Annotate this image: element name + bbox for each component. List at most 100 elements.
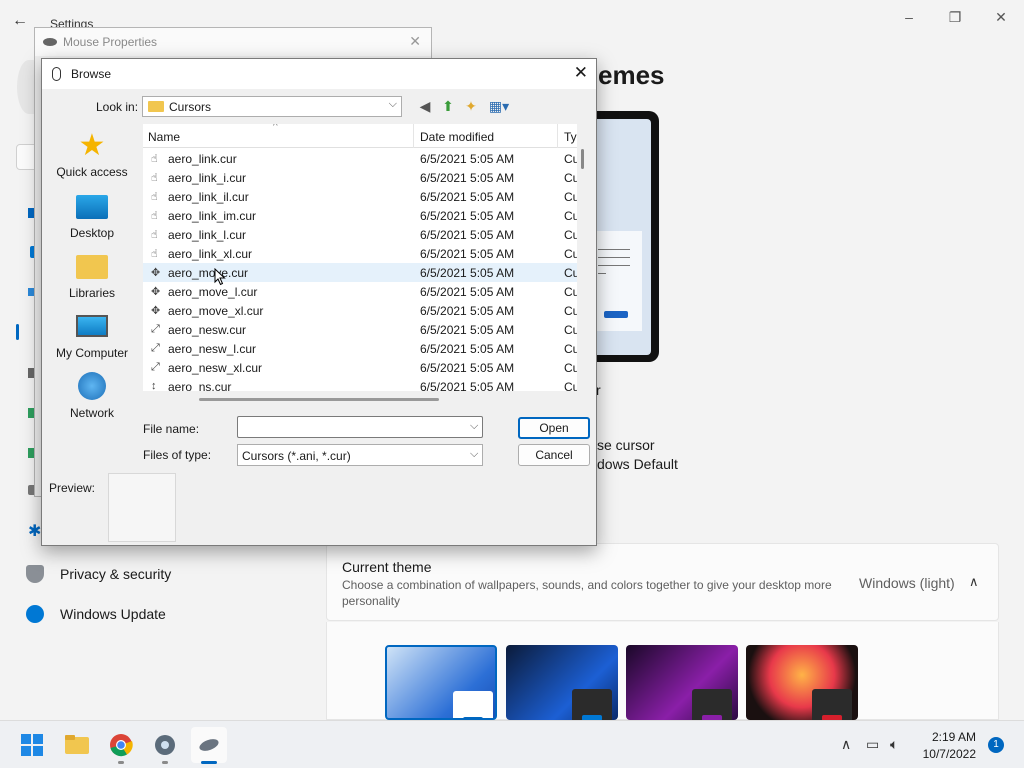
page-title: emes [598,60,665,90]
file-name: aero_nesw_l.cur [168,342,257,356]
sidebar-item-windows-update[interactable]: Windows Update [26,599,166,629]
column-header-name[interactable]: Name [148,130,180,144]
place-libraries[interactable]: Libraries [50,252,134,300]
volume-icon[interactable]: 🔈︎ [890,736,898,753]
file-type: Cu [564,342,577,356]
sidebar-item-privacy[interactable]: Privacy & security [26,559,171,589]
file-row[interactable]: ☝ aero_link_xl.cur 6/5/2021 5:05 AM Cu [143,244,577,263]
up-folder-icon[interactable]: ⬆ [439,97,457,115]
taskbar-file-explorer[interactable] [59,727,95,763]
file-row[interactable]: ⤢ aero_nesw_l.cur 6/5/2021 5:05 AM Cu [143,339,577,358]
current-theme-card[interactable]: Current theme Choose a combination of wa… [326,543,999,621]
theme-thumb-windows-light[interactable] [385,645,497,720]
chevron-up-icon[interactable]: ∧ [969,574,979,590]
file-type: Cu [564,228,577,242]
chevron-down-icon[interactable]: ⌵ [470,420,478,433]
file-date: 6/5/2021 5:05 AM [420,247,515,261]
sidebar-item-label: Windows Update [60,606,166,622]
vertical-scrollbar[interactable] [581,149,584,169]
cursor-option-label[interactable]: se cursor [597,437,655,453]
file-row[interactable]: ⤢ aero_nesw_xl.cur 6/5/2021 5:05 AM Cu [143,358,577,377]
place-network[interactable]: Network [50,372,134,420]
file-date: 6/5/2021 5:05 AM [420,171,515,185]
place-desktop[interactable]: Desktop [50,192,134,240]
file-type: Cu [564,209,577,223]
folder-icon [148,101,164,112]
column-header-date[interactable]: Date modified [420,130,494,144]
file-date: 6/5/2021 5:05 AM [420,190,515,204]
open-button[interactable]: Open [518,417,590,439]
column-header-type[interactable]: Ty [564,130,577,144]
taskbar: ∧ ▭ 🔈︎ 2:19 AM 10/7/2022 1 [0,720,1024,768]
file-row[interactable]: ☝ aero_link_i.cur 6/5/2021 5:05 AM Cu [143,168,577,187]
place-label: Desktop [69,226,115,240]
file-row[interactable]: ✥ aero_move_l.cur 6/5/2021 5:05 AM Cu [143,282,577,301]
file-list[interactable]: ^ Name Date modified Ty ☝ aero_link.cur 6/… [143,124,577,391]
mouse-icon [52,67,61,81]
computer-icon [76,315,108,337]
close-icon[interactable]: ✕ [409,33,421,50]
mouse-icon [43,38,57,46]
look-in-dropdown[interactable]: Cursors ⌵ [142,96,402,117]
taskbar-settings[interactable] [147,727,183,764]
theme-preview [596,111,659,362]
clock-date[interactable]: 10/7/2022 [920,747,976,761]
horizontal-scrollbar[interactable] [199,398,439,401]
move-icon: ✥ [151,305,161,317]
hand-icon: ☝ [151,153,158,165]
minimize-button[interactable]: – [886,6,932,28]
file-row[interactable]: ☝ aero_link_il.cur 6/5/2021 5:05 AM Cu [143,187,577,206]
cancel-button[interactable]: Cancel [518,444,590,466]
theme-thumb-glow[interactable] [626,645,738,720]
taskbar-mouse-properties[interactable] [191,727,227,764]
view-menu-icon[interactable]: ▦▾ [486,97,512,115]
place-quick-access[interactable]: ★ Quick access [50,131,134,180]
mouse-properties-titlebar[interactable]: Mouse Properties [35,28,431,56]
file-date: 6/5/2021 5:05 AM [420,266,515,280]
file-name-input[interactable] [237,416,483,438]
file-row[interactable]: ↕ aero_ns.cur 6/5/2021 5:05 AM Cu [143,377,577,391]
network-tray-icon[interactable]: ▭ [866,736,879,753]
taskbar-chrome[interactable] [103,727,139,764]
file-name: aero_nesw.cur [168,323,247,337]
hand-icon: ☝ [151,248,158,260]
chevron-up-icon[interactable]: ∧ [841,736,851,753]
resize-vertical-icon: ↕ [151,380,157,391]
start-button[interactable] [14,727,50,763]
file-type: Cu [564,171,577,185]
file-name: aero_link.cur [168,152,237,166]
maximize-button[interactable]: ❐ [932,6,978,28]
file-row[interactable]: ☝ aero_link.cur 6/5/2021 5:05 AM Cu [143,149,577,168]
file-type: Cu [564,380,577,391]
chevron-down-icon[interactable]: ⌵ [470,448,478,461]
files-of-type-dropdown[interactable]: Cursors (*.ani, *.cur) [237,444,483,466]
desktop-icon [76,195,108,219]
resize-diagonal-icon: ⤢ [151,361,160,373]
file-row[interactable]: ☝ aero_link_im.cur 6/5/2021 5:05 AM Cu [143,206,577,225]
clock-time[interactable]: 2:19 AM [928,730,976,744]
file-type: Cu [564,190,577,204]
file-row[interactable]: ✥ aero_move_xl.cur 6/5/2021 5:05 AM Cu [143,301,577,320]
close-button[interactable]: ✕ [978,6,1024,28]
hand-icon: ☝ [151,210,158,222]
move-icon: ✥ [151,267,161,279]
back-icon[interactable]: ◀ [416,97,434,115]
new-folder-icon[interactable]: ✦ [462,97,480,115]
browse-dialog: Browse ✕ Look in: Cursors ⌵ ◀ ⬆ ✦ ▦▾ ★ Q… [41,58,597,546]
browse-titlebar[interactable]: Browse [42,59,596,89]
theme-thumb-windows-dark[interactable] [506,645,618,720]
back-arrow-icon[interactable]: ← [12,12,28,30]
current-theme-value: Windows (light) [859,575,955,591]
file-date: 6/5/2021 5:05 AM [420,228,515,242]
notification-badge[interactable]: 1 [988,737,1004,753]
file-row[interactable]: ⤢ aero_nesw.cur 6/5/2021 5:05 AM Cu [143,320,577,339]
theme-thumb-captured-motion[interactable] [746,645,858,720]
close-icon[interactable]: ✕ [574,63,588,83]
start-icon [21,734,43,756]
file-name: aero_move_l.cur [168,285,258,299]
file-row[interactable]: ☝ aero_link_l.cur 6/5/2021 5:05 AM Cu [143,225,577,244]
place-my-computer[interactable]: My Computer [50,312,134,360]
file-row[interactable]: ✥ aero_move.cur 6/5/2021 5:05 AM Cu [143,263,577,282]
hand-icon: ☝ [151,191,158,203]
preview-label: Preview: [49,481,96,495]
